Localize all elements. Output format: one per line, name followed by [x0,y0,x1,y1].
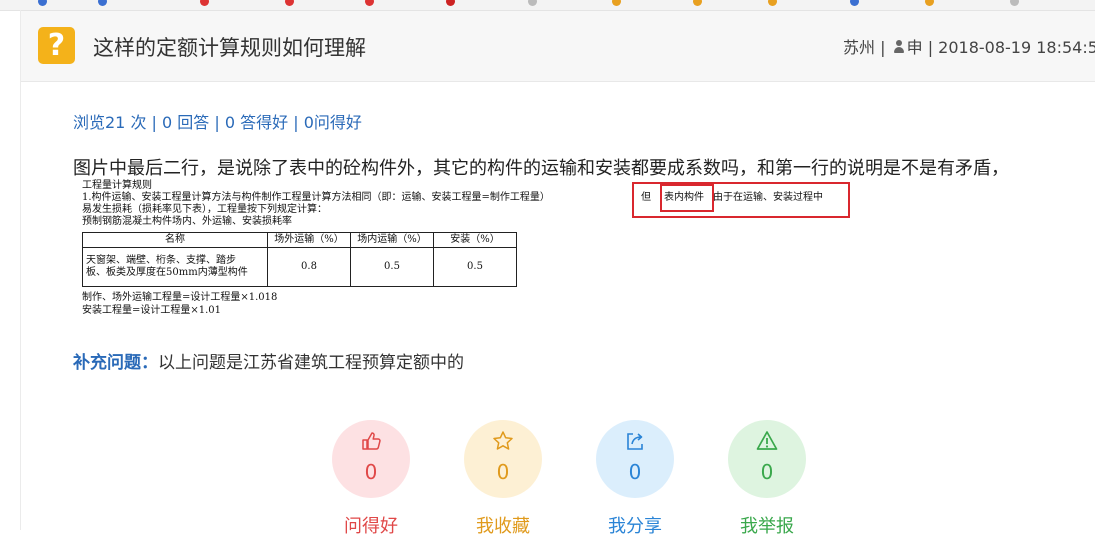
action-count: 0 [628,460,642,484]
action-circle[interactable]: 0 [728,420,806,498]
star-icon [493,431,513,450]
bookmark-item[interactable] [98,0,109,8]
action-count: 0 [364,460,378,484]
table-header: 安装（%） [433,232,517,248]
red-highlight-box-inner [660,184,714,212]
separator: | [151,113,157,132]
bookmark-item[interactable] [200,0,211,8]
doc-rule-line: 易发生损耗（损耗率见下表），工程量按下列规定计算： [82,204,327,215]
doc-heading: 工程量计算规则 [82,180,152,191]
action-label[interactable]: 我分享 [596,512,674,538]
timestamp: 2018-08-19 18:54:5 [938,38,1095,57]
share-button[interactable]: 0 我分享 [596,420,674,538]
table-cell: 0.5 [350,247,434,287]
location: 苏州 | [843,38,886,57]
bookmark-item[interactable] [528,0,539,8]
bookmark-item[interactable] [612,0,623,8]
doc-rule-line: 1.构件运输、安装工程量计算方法与构件制作工程量计算方法相同（即：运输、安装工程… [82,192,550,203]
table-header: 场外运输（%） [267,232,351,248]
left-border [20,10,21,530]
report-button[interactable]: 0 我举报 [728,420,806,538]
doc-formula: 安装工程量=设计工程量×1.01 [82,305,222,316]
bookmark-item[interactable] [850,0,861,8]
action-circle[interactable]: 0 [464,420,542,498]
action-label[interactable]: 问得好 [332,512,410,538]
share-icon [627,433,643,450]
action-count: 0 [760,460,774,484]
loss-rate-table: 名称 场外运输（%） 场内运输（%） 安装（%） 天窗架、端壁、桁条、支撑、踏步… [82,232,517,287]
favorite-button[interactable]: 0 我收藏 [464,420,542,538]
doc-table-caption: 预制钢筋混凝土构件场内、外运输、安装损耗率 [82,216,292,227]
attached-image[interactable]: 工程量计算规则 1.构件运输、安装工程量计算方法与构件制作工程量计算方法相同（即… [80,178,860,323]
table-header: 场内运输（%） [350,232,434,248]
bookmark-item[interactable] [693,0,704,8]
separator: | [214,113,220,132]
bookmark-item[interactable] [1010,0,1021,8]
good-question-button[interactable]: 0 问得好 [332,420,410,538]
action-circle[interactable]: 0 [332,420,410,498]
doc-formula: 制作、场外运输工程量=设计工程量×1.018 [82,292,278,303]
table-cell: 0.8 [267,247,351,287]
action-count: 0 [496,460,510,484]
separator: | [293,113,299,132]
bookmarks-bar [0,0,1095,11]
question-mark-icon: ? [38,27,75,64]
answers-count: 0 回答 [162,113,210,132]
supplement-question: 补充问题：以上问题是江苏省建筑工程预算定额中的 [73,348,464,373]
table-header: 名称 [82,232,268,248]
table-cell-name-line: 天窗架、端壁、桁条、支撑、踏步 [86,255,236,266]
bookmark-item[interactable] [38,0,49,8]
bookmark-item[interactable] [446,0,457,8]
supplement-text: 以上问题是江苏省建筑工程预算定额中的 [158,353,464,373]
views-count: 浏览21 次 [73,113,147,132]
question-meta: 苏州 | 申 | 2018-08-19 18:54:5 [843,34,1095,58]
bookmark-item[interactable] [365,0,376,8]
supplement-label: 补充问题： [73,353,158,373]
good-answers-count: 0 答得好 [224,113,289,132]
bookmark-item[interactable] [285,0,296,8]
question-stats: 浏览21 次 | 0 回答 | 0 答得好 | 0问得好 [73,109,362,133]
action-circle[interactable]: 0 [596,420,674,498]
warning-icon [756,431,778,450]
user-icon [893,40,905,54]
thumbs-up-icon [362,432,381,450]
bookmark-item[interactable] [925,0,936,8]
action-label[interactable]: 我举报 [728,512,806,538]
action-label[interactable]: 我收藏 [464,512,542,538]
page-title: 这样的定额计算规则如何理解 [93,36,366,60]
separator: | [927,38,934,57]
table-cell-name: 天窗架、端壁、桁条、支撑、踏步 板、板类及厚度在50mm内薄型构件 [82,247,268,287]
table-cell: 0.5 [433,247,517,287]
bookmark-item[interactable] [768,0,779,8]
question-text: 图片中最后二行，是说除了表中的砼构件外，其它的构件的运输和安装都要成系数吗，和第… [73,158,1009,179]
author-name[interactable]: 申 [907,38,923,57]
good-questions-count: 0问得好 [303,113,362,132]
table-cell-name-line: 板、板类及厚度在50mm内薄型构件 [86,267,248,278]
